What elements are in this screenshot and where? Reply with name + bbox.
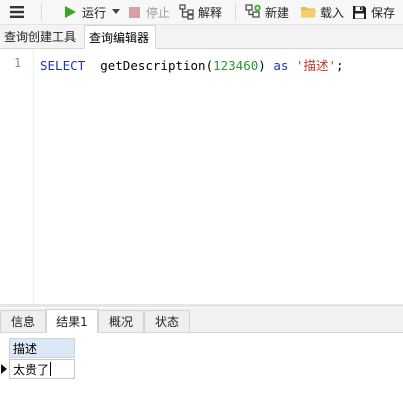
- save-label: 保存: [371, 5, 396, 20]
- toolbar: 运行 停止 解释 新建 载入 保存: [0, 0, 403, 25]
- tab-query-builder[interactable]: 查询创建工具: [0, 25, 82, 47]
- new-button[interactable]: 新建: [245, 0, 289, 24]
- function-call: getDescription(: [100, 58, 214, 73]
- result-tab-bar: 信息 结果1 概况 状态: [0, 308, 403, 333]
- folder-icon: [301, 7, 316, 18]
- editor-tab-bar: 查询创建工具 查询编辑器: [0, 25, 403, 49]
- table-cell[interactable]: 太贵了: [9, 359, 75, 379]
- menu-button[interactable]: [9, 0, 25, 24]
- explain-label: 解释: [198, 5, 223, 20]
- floppy-disk-icon: [353, 5, 366, 19]
- panel-splitter[interactable]: [0, 304, 403, 307]
- explain-icon: [179, 4, 194, 20]
- save-button[interactable]: 保存: [352, 0, 395, 24]
- close-paren: ): [258, 58, 266, 73]
- stop-label: 停止: [146, 5, 171, 20]
- number-literal: 123460: [213, 58, 259, 73]
- statement-terminator: ;: [335, 58, 344, 73]
- current-row-indicator-icon: [1, 364, 7, 374]
- toolbar-separator: [41, 3, 42, 21]
- tab-overview[interactable]: 概况: [98, 310, 144, 332]
- caret-down-icon: [112, 9, 121, 14]
- tab-result-1[interactable]: 结果1: [46, 309, 98, 333]
- toolbar-separator: [235, 3, 236, 21]
- line-number-gutter: 1: [0, 49, 34, 304]
- play-icon: [65, 6, 76, 18]
- tab-status[interactable]: 状态: [144, 310, 190, 332]
- load-label: 载入: [320, 5, 345, 20]
- stop-icon: [129, 6, 140, 18]
- run-button[interactable]: 运行: [63, 0, 121, 24]
- code-line[interactable]: SELECT getDescription(123460) as '描述';: [40, 55, 344, 74]
- new-label: 新建: [265, 5, 290, 20]
- keyword-as: as: [273, 58, 289, 73]
- string-literal: '描述': [295, 58, 336, 73]
- column-header[interactable]: 描述: [9, 338, 75, 358]
- load-button[interactable]: 载入: [300, 0, 344, 24]
- stop-button[interactable]: 停止: [128, 0, 170, 24]
- tab-info[interactable]: 信息: [0, 310, 46, 332]
- cell-value: 太贵了: [13, 362, 50, 377]
- keyword-select: SELECT: [40, 58, 86, 73]
- tab-query-editor[interactable]: 查询编辑器: [84, 25, 156, 49]
- hamburger-icon: [10, 6, 24, 18]
- explain-button[interactable]: 解释: [179, 0, 222, 24]
- run-label: 运行: [82, 5, 107, 20]
- sql-editor[interactable]: 1 SELECT getDescription(123460) as '描述';: [0, 49, 403, 304]
- new-query-icon: [245, 4, 261, 18]
- line-number: 1: [14, 56, 22, 70]
- text-cursor: [50, 362, 52, 376]
- result-grid: 描述 太贵了: [0, 333, 403, 408]
